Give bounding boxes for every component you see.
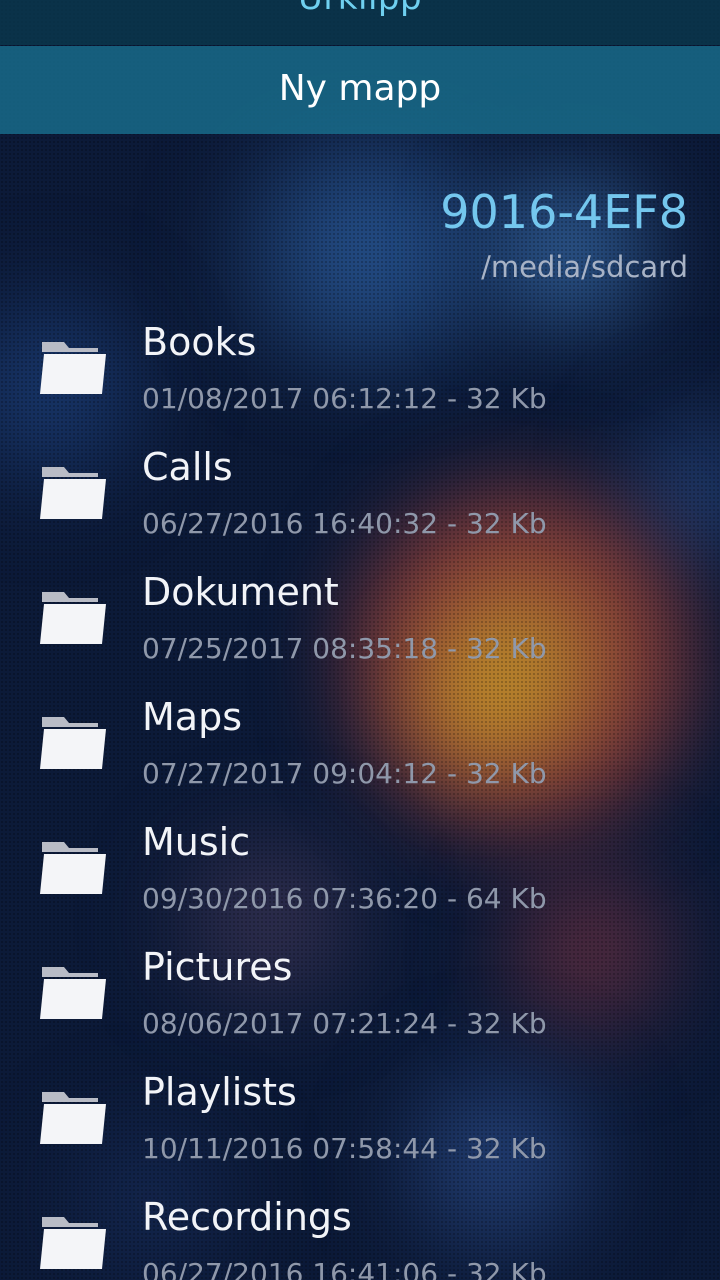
page-path: /media/sdcard: [481, 250, 688, 284]
pulley-menu-item-label: Urklipp: [0, 0, 720, 18]
folder-icon: [40, 717, 106, 769]
list-item[interactable]: Recordings 06/27/2016 16:41:06 - 32 Kb: [0, 1187, 720, 1280]
file-name: Maps: [142, 695, 242, 739]
file-name: Playlists: [142, 1070, 297, 1114]
list-item[interactable]: Music 09/30/2016 07:36:20 - 64 Kb: [0, 812, 720, 937]
file-meta: 06/27/2016 16:41:06 - 32 Kb: [142, 1257, 547, 1280]
file-name: Calls: [142, 445, 233, 489]
file-meta: 10/11/2016 07:58:44 - 32 Kb: [142, 1132, 547, 1165]
pulley-menu-item-label: Ny mapp: [278, 68, 442, 109]
page-title: 9016-4EF8: [440, 185, 688, 239]
list-item[interactable]: Books 01/08/2017 06:12:12 - 32 Kb: [0, 312, 720, 437]
file-name: Dokument: [142, 570, 339, 614]
file-name: Music: [142, 820, 251, 864]
file-name: Pictures: [142, 945, 293, 989]
pulley-menu-item-new-folder[interactable]: Ny mapp: [0, 46, 720, 134]
file-meta: 07/27/2017 09:04:12 - 32 Kb: [142, 757, 547, 790]
list-item[interactable]: Pictures 08/06/2017 07:21:24 - 32 Kb: [0, 937, 720, 1062]
file-meta: 01/08/2017 06:12:12 - 32 Kb: [142, 382, 547, 415]
list-item[interactable]: Maps 07/27/2017 09:04:12 - 32 Kb: [0, 687, 720, 812]
file-name: Books: [142, 320, 257, 364]
folder-icon: [40, 1092, 106, 1144]
file-meta: 07/25/2017 08:35:18 - 32 Kb: [142, 632, 547, 665]
list-item[interactable]: Dokument 07/25/2017 08:35:18 - 32 Kb: [0, 562, 720, 687]
folder-icon: [40, 592, 106, 644]
file-meta: 06/27/2016 16:40:32 - 32 Kb: [142, 507, 547, 540]
folder-icon: [40, 967, 106, 1019]
folder-icon: [40, 342, 106, 394]
folder-icon: [40, 1217, 106, 1269]
folder-icon: [40, 842, 106, 894]
folder-icon: [40, 467, 106, 519]
list-item[interactable]: Calls 06/27/2016 16:40:32 - 32 Kb: [0, 437, 720, 562]
file-meta: 08/06/2017 07:21:24 - 32 Kb: [142, 1007, 547, 1040]
list-item[interactable]: Playlists 10/11/2016 07:58:44 - 32 Kb: [0, 1062, 720, 1187]
file-meta: 09/30/2016 07:36:20 - 64 Kb: [142, 882, 547, 915]
file-name: Recordings: [142, 1195, 352, 1239]
file-browser-screen: Urklipp Ny mapp 9016-4EF8 /media/sdcard …: [0, 0, 720, 1280]
file-list: Books 01/08/2017 06:12:12 - 32 Kb Calls …: [0, 312, 720, 1280]
pulley-menu-item-clipboard[interactable]: Urklipp: [0, 0, 720, 45]
